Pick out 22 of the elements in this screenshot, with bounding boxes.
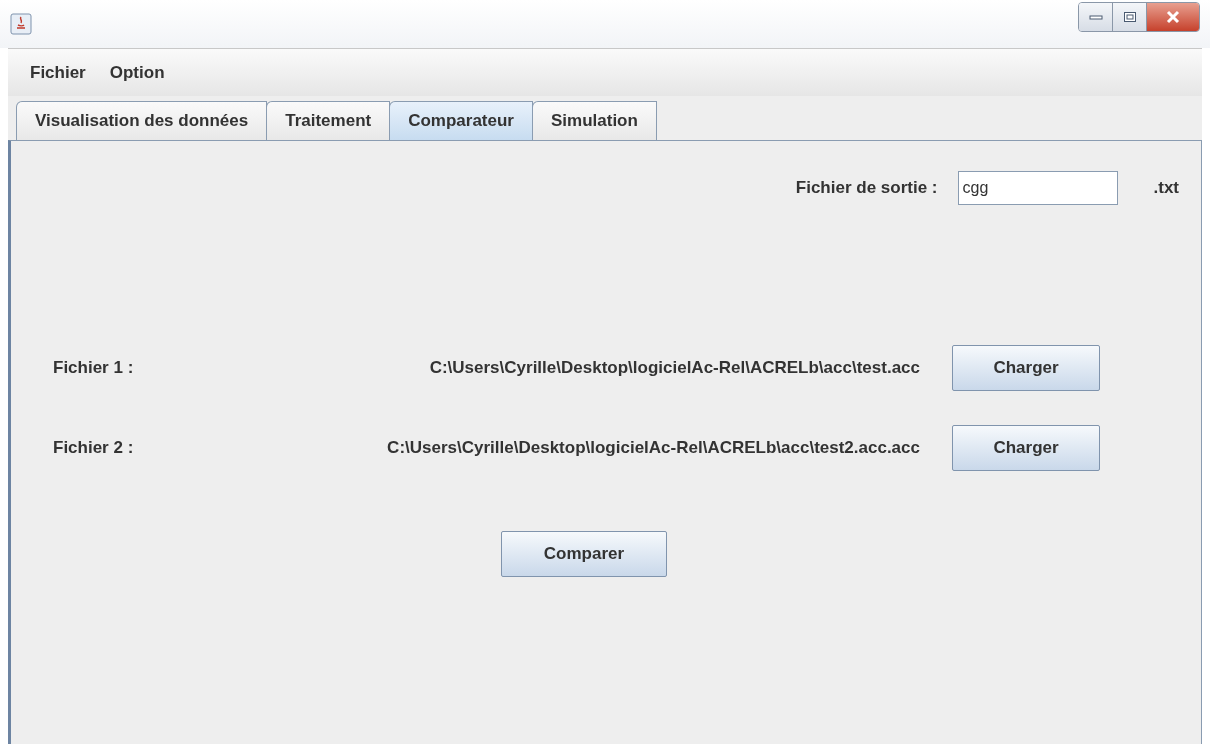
maximize-button[interactable]: [1113, 3, 1147, 31]
file-path: C:\Users\Cyrille\Desktop\logicielAc-Rel\ACRELb\acc\test.acc: [428, 357, 920, 380]
app-icon: [10, 13, 32, 35]
minimize-icon: [1088, 14, 1103, 20]
menu-item[interactable]: Option: [109, 59, 165, 86]
close-icon: [1165, 10, 1181, 24]
load-button[interactable]: Charger: [952, 425, 1100, 471]
output-file-field[interactable]: cgg: [957, 171, 1118, 205]
file-extension-label: .txt: [1153, 177, 1179, 200]
file-label: Fichier 1 :: [53, 357, 135, 380]
tab[interactable]: Visualisation des données: [16, 100, 268, 140]
close-button[interactable]: [1147, 3, 1199, 31]
file-path: C:\Users\Cyrille\Desktop\logicielAc-Rel\ACRELb\acc\test2.acc.acc: [386, 437, 920, 460]
maximize-icon: [1122, 11, 1137, 23]
menu-item[interactable]: Fichier: [30, 59, 86, 86]
compare-button[interactable]: Comparer: [501, 531, 667, 577]
file-label: Fichier 2 :: [53, 437, 135, 460]
tab[interactable]: Traitement: [266, 100, 391, 140]
tab[interactable]: Simulation: [532, 100, 657, 140]
load-button[interactable]: Charger: [952, 345, 1100, 391]
output-file-label: Fichier de sortie :: [795, 177, 938, 200]
tab[interactable]: Comparateur: [389, 100, 533, 140]
